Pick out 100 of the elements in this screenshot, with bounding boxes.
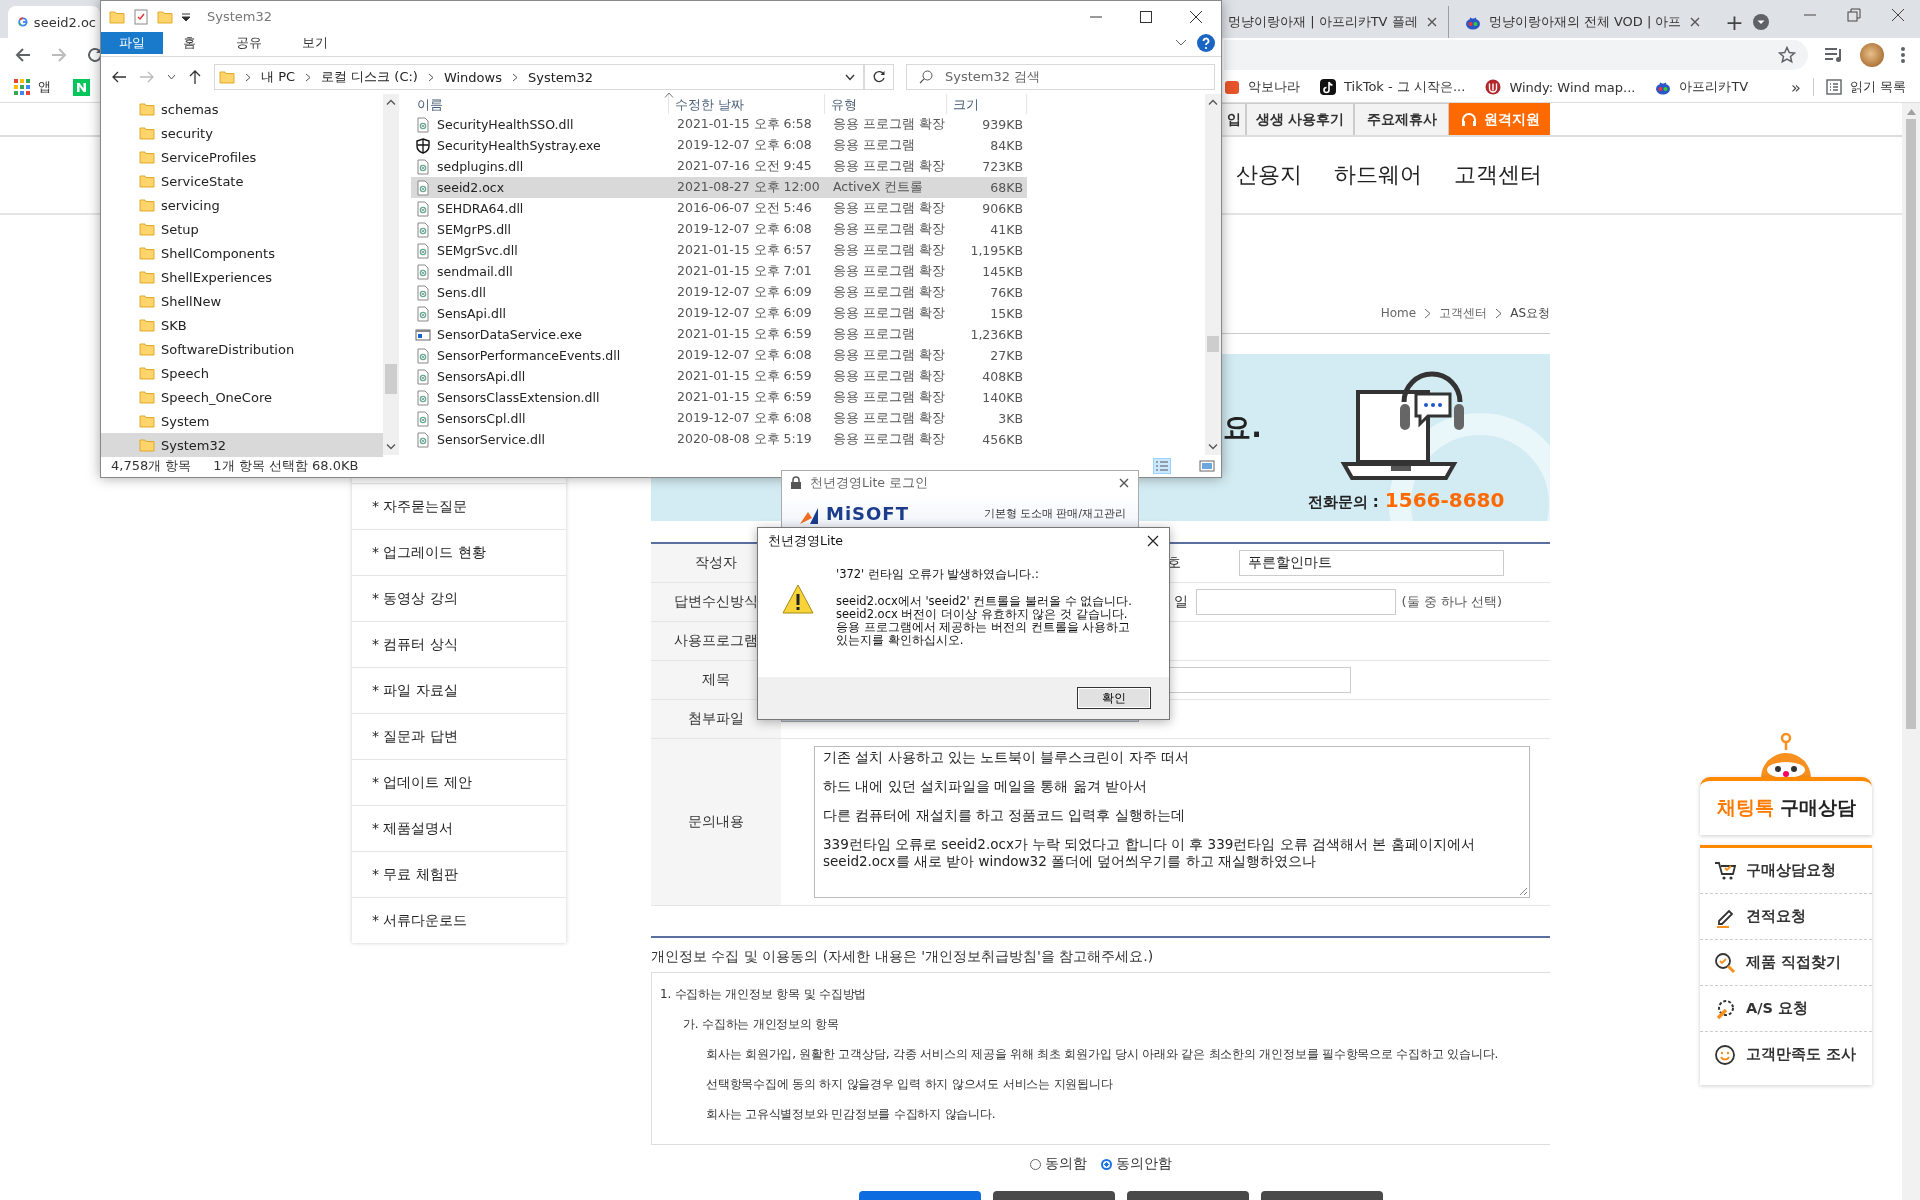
column-header[interactable]: 크기 <box>947 94 1027 114</box>
folder-item[interactable]: Speech_OneCore <box>101 385 383 409</box>
column-header[interactable]: 유형 <box>825 94 947 114</box>
refresh-button[interactable] <box>864 64 894 90</box>
sidebar-item[interactable]: * 자주묻는질문 <box>352 483 566 529</box>
folder-item[interactable]: System32 <box>101 433 383 457</box>
file-row[interactable]: SensorsClassExtension.dll 2021-01-15 오후 6:59 응용 프로그램 확장 140KB <box>411 387 1027 408</box>
browser-tab[interactable]: 멍냥이랑아재의 전체 VOD | 아프 <box>1447 6 1712 38</box>
bookmarks-overflow-button[interactable]: » <box>1791 77 1801 97</box>
scrollbar-thumb[interactable] <box>1906 119 1916 729</box>
file-row[interactable]: sedplugins.dll 2021-07-16 오전 9:45 응용 프로그램 확장 723KB <box>411 156 1027 177</box>
radio-option[interactable]: 동의함 <box>1029 1155 1087 1173</box>
folder-item[interactable]: Speech <box>101 361 383 385</box>
folder-item[interactable]: ShellComponents <box>101 241 383 265</box>
sidebar-item[interactable]: * 컴퓨터 상식 <box>352 621 566 667</box>
checklist-icon[interactable] <box>133 8 149 25</box>
file-row[interactable]: SensApi.dll 2019-12-07 오후 6:09 응용 프로그램 확장 15KB <box>411 303 1027 324</box>
top-link[interactable]: 주요제휴사 <box>1354 103 1449 135</box>
customize-caret-icon[interactable] <box>181 11 191 22</box>
folder-item[interactable]: servicing <box>101 193 383 217</box>
inquiry-field[interactable] <box>814 746 1530 898</box>
folder-item[interactable]: security <box>101 121 383 145</box>
folder-item[interactable]: SKB <box>101 313 383 337</box>
scrollbar[interactable] <box>1205 94 1221 455</box>
folder-item[interactable]: schemas <box>101 97 383 121</box>
scroll-up-icon[interactable] <box>386 99 396 105</box>
file-row[interactable]: seeid2.ocx 2021-08-27 오후 12:00 ActiveX 컨트롤 68KB <box>411 177 1027 198</box>
ok-button[interactable]: 확인 <box>1077 687 1151 709</box>
path-segment[interactable]: System32 <box>527 69 593 85</box>
breadcrumb-link[interactable]: Home <box>1380 306 1417 320</box>
sidebar-item[interactable]: * 업데이트 제안 <box>352 759 566 805</box>
back-icon[interactable] <box>111 70 127 84</box>
file-row[interactable]: SEHDRA64.dll 2016-06-07 오전 5:46 응용 프로그램 확장 906KB <box>411 198 1027 219</box>
text-field[interactable] <box>1196 589 1397 615</box>
text-field[interactable]: 푸른할인마트 <box>1239 550 1504 576</box>
scrollbar[interactable] <box>1902 103 1920 1200</box>
top-link[interactable]: 입 <box>1222 103 1246 135</box>
chat-menu-item[interactable]: 제품 직접찾기 <box>1700 940 1872 986</box>
folder-item[interactable]: SoftwareDistribution <box>101 337 383 361</box>
file-row[interactable]: SecurityHealthSSO.dll 2021-01-15 오후 6:58 응용 프로그램 확장 939KB <box>411 114 1027 135</box>
ribbon-tab[interactable]: 홈 <box>163 32 216 54</box>
sidebar-item[interactable]: * 업그레이드 현황 <box>352 529 566 575</box>
folder-item[interactable]: System <box>101 409 383 433</box>
sidebar-item[interactable]: * 동영상 강의 <box>352 575 566 621</box>
media-control-icon[interactable] <box>1824 46 1844 64</box>
bookmark-item[interactable]: TikTok - 그 시작은... <box>1320 78 1466 96</box>
file-row[interactable]: SensorPerformanceEvents.dll 2019-12-07 오후 6:08 응용 프로그램 확장 27KB <box>411 345 1027 366</box>
bookmark-item[interactable]: 악보나라 <box>1224 78 1300 96</box>
file-row[interactable]: SecurityHealthSystray.exe 2019-12-07 오후 6:08 응용 프로그램 84KB <box>411 135 1027 156</box>
close-icon[interactable] <box>1118 477 1130 489</box>
tab-search-icon[interactable] <box>1752 13 1770 31</box>
sidebar-item[interactable]: * 서류다운로드 <box>352 897 566 943</box>
file-row[interactable]: SEMgrSvc.dll 2021-01-15 오후 6:57 응용 프로그램 확장 1,195KB <box>411 240 1027 261</box>
scroll-down-icon[interactable] <box>1208 444 1218 450</box>
scroll-up-icon[interactable] <box>1208 99 1218 105</box>
sidebar-item[interactable]: * 질문과 답변 <box>352 713 566 759</box>
sidebar-item[interactable]: * 제품설명서 <box>352 805 566 851</box>
main-menu-item[interactable]: 하드웨어 <box>1334 160 1422 190</box>
browser-tab[interactable]: seeid2.oc <box>8 6 100 38</box>
breadcrumb-link[interactable]: AS요청 <box>1510 304 1550 322</box>
breadcrumb-link[interactable]: 고객센터 <box>1439 304 1488 322</box>
file-row[interactable]: sendmail.dll 2021-01-15 오후 7:01 응용 프로그램 확장 145KB <box>411 261 1027 282</box>
bookmark-item[interactable]: 앱 <box>14 78 51 96</box>
path-segment[interactable]: Windows <box>443 69 502 85</box>
file-row[interactable]: SensorsApi.dll 2021-01-15 오후 6:59 응용 프로그램 확장 408KB <box>411 366 1027 387</box>
help-icon[interactable] <box>1197 34 1215 52</box>
path-segment[interactable]: 내 PC <box>261 68 296 86</box>
sidebar-item[interactable]: * 파일 자료실 <box>352 667 566 713</box>
back-icon[interactable] <box>14 46 32 64</box>
column-header[interactable]: 이름 <box>411 94 669 114</box>
folder-item[interactable]: ShellNew <box>101 289 383 313</box>
scrollbar-thumb[interactable] <box>385 364 397 394</box>
folder-item[interactable]: Setup <box>101 217 383 241</box>
dropdown-caret-icon[interactable] <box>845 73 855 81</box>
large-icons-view-icon[interactable] <box>1199 459 1215 473</box>
top-link[interactable]: 생생 사용후기 <box>1246 103 1354 135</box>
folder-item[interactable]: ServiceProfiles <box>101 145 383 169</box>
scroll-down-icon[interactable] <box>386 444 396 450</box>
more-menu-icon[interactable] <box>1900 46 1906 64</box>
chat-menu-item[interactable]: 고객만족도 조사 <box>1700 1032 1872 1077</box>
scrollbar-thumb[interactable] <box>1207 336 1219 352</box>
close-icon[interactable] <box>1147 535 1159 547</box>
sidebar-item[interactable]: * 무료 체험판 <box>352 851 566 897</box>
chat-menu-item[interactable]: 구매상담요청 <box>1700 848 1872 894</box>
scrollbar[interactable] <box>383 94 399 455</box>
browser-tab[interactable]: 멍냥이랑아재 | 아프리카TV 플레 <box>1222 6 1448 38</box>
file-row[interactable]: Sens.dll 2019-12-07 오후 6:09 응용 프로그램 확장 76KB <box>411 282 1027 303</box>
folder-item[interactable]: ShellExperiences <box>101 265 383 289</box>
ribbon-tab[interactable]: 공유 <box>216 32 282 54</box>
file-row[interactable]: SensorService.dll 2020-08-08 오후 5:19 응용 프로그램 확장 456KB <box>411 429 1027 450</box>
main-menu-item[interactable]: 산용지 <box>1236 160 1302 190</box>
star-icon[interactable] <box>1778 46 1796 64</box>
column-header[interactable]: 수정한 날짜 <box>669 94 825 114</box>
new-tab-button[interactable]: + <box>1717 6 1752 38</box>
radio-option[interactable]: 동의안함 <box>1100 1155 1172 1173</box>
bookmark-item[interactable]: 아프리카TV <box>1655 78 1749 96</box>
chat-menu-item[interactable]: 견적요청 <box>1700 894 1872 940</box>
bookmark-item[interactable]: Windy: Wind map... <box>1485 79 1636 95</box>
search-field[interactable]: System32 검색 <box>906 64 1215 90</box>
address-field[interactable]: 내 PC 로컬 디스크 (C:) Windows System32 <box>214 64 864 90</box>
